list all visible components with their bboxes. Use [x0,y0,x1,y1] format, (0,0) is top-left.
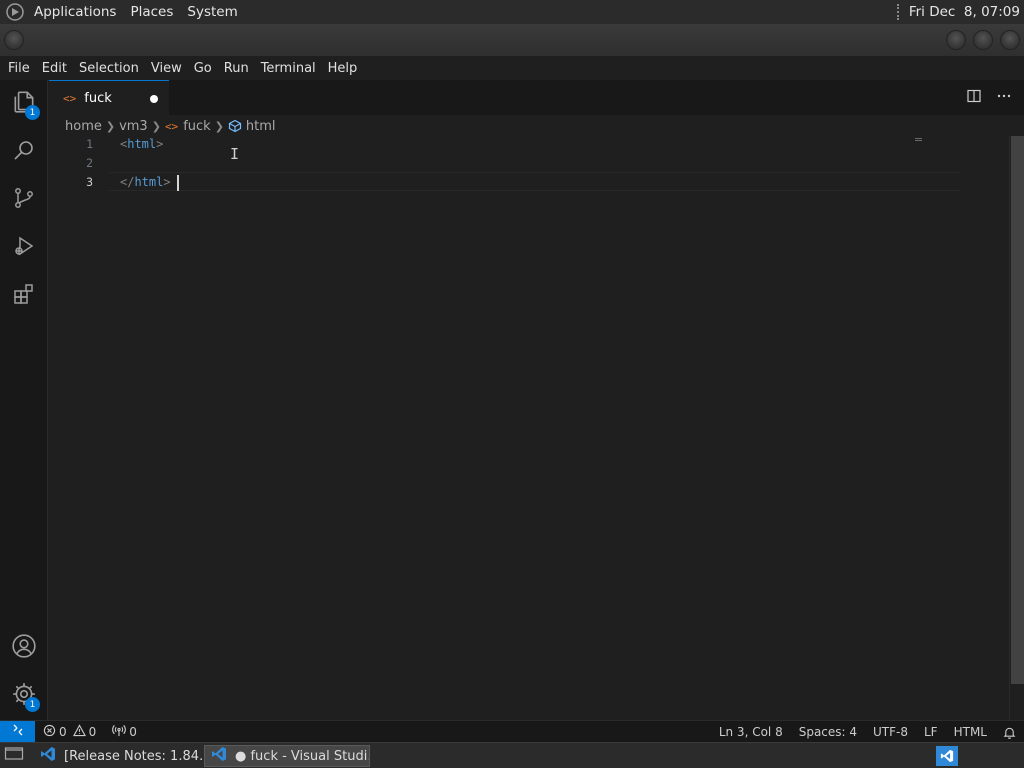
system-menu-applications[interactable]: Applications [34,4,116,20]
system-top-panel: Applications Places System Fri Dec 8, 07… [0,0,1024,24]
language-mode[interactable]: HTML [946,725,995,739]
split-editor-icon[interactable] [966,88,982,108]
editor-scrollbar[interactable] [1009,136,1024,720]
window-menu-button[interactable] [4,30,24,50]
ports-indicator[interactable]: 0 [112,724,137,740]
account-icon [11,633,37,663]
minimize-button[interactable] [946,30,966,50]
remote-indicator[interactable] [0,720,35,743]
breadcrumb-html[interactable]: html [246,119,276,134]
problems-indicator[interactable]: 0 0 [43,723,97,740]
chevron-right-icon: ❯ [105,119,116,133]
code-editor[interactable]: 1 <html> 2 3 </html> I [49,136,1009,720]
search-icon [12,138,36,166]
maximize-button[interactable] [973,30,993,50]
activity-explorer[interactable]: 1 [0,80,48,128]
taskbar-item-vscode-active[interactable]: ● fuck - Visual Studi… [204,745,370,767]
activity-accounts[interactable] [0,624,48,672]
editor-line[interactable]: 3 </html> [49,172,1009,191]
task-label: ● fuck - Visual Studi… [235,748,369,764]
remote-icon [12,724,24,739]
line-code: </html> [120,174,171,189]
panel-grip-handle[interactable] [896,4,901,20]
distro-logo-icon[interactable] [4,1,26,23]
chevron-right-icon: ❯ [214,119,224,133]
minimap-indicator [915,138,922,141]
tab-fuck[interactable]: <> fuck [49,80,169,115]
menu-selection[interactable]: Selection [73,61,145,76]
breadcrumb-home[interactable]: home [65,119,102,134]
activity-extensions[interactable] [0,272,48,320]
html-file-icon: <> [63,91,77,105]
unsaved-dot-icon[interactable] [150,95,158,103]
source-control-icon [12,186,36,214]
menu-view[interactable]: View [145,61,188,76]
menu-file[interactable]: File [2,61,36,76]
menu-go[interactable]: Go [188,61,218,76]
system-clock[interactable]: Fri Dec 8, 07:09 [909,4,1020,20]
activity-run-debug[interactable] [0,224,48,272]
menu-edit[interactable]: Edit [36,61,73,76]
line-code: <html> [120,136,164,151]
taskbar: [Release Notes: 1.84… ● fuck - Visual St… [0,742,1024,768]
encoding[interactable]: UTF-8 [865,725,916,739]
chevron-right-icon: ❯ [151,119,161,133]
symbol-element-icon [228,119,242,133]
status-bar: 0 0 0 Ln 3, Col 8 Spaces: 4 UTF-8 LF HTM… [0,720,1024,743]
html-file-icon: <> [164,119,179,133]
workspace-switcher[interactable] [934,745,960,767]
system-menu-system[interactable]: System [187,4,237,20]
activity-search[interactable] [0,128,48,176]
vscode-icon [40,746,56,766]
tab-label: fuck [84,90,112,106]
system-menu-places[interactable]: Places [130,4,173,20]
text-cursor [177,175,179,191]
run-debug-icon [12,234,36,262]
indentation[interactable]: Spaces: 4 [791,725,865,739]
close-button[interactable] [1000,30,1020,50]
breadcrumb-fuck[interactable]: fuck [183,119,211,134]
line-number: 1 [86,136,93,151]
error-count: 0 [59,724,67,739]
menu-terminal[interactable]: Terminal [255,61,322,76]
line-number: 3 [86,174,93,189]
breadcrumb-vm3[interactable]: vm3 [119,119,148,134]
ports-count: 0 [129,724,137,739]
scrollbar-thumb[interactable] [1011,136,1024,684]
editor-line[interactable]: 1 <html> [49,134,1009,153]
line-number: 2 [86,155,93,170]
broadcast-icon [112,724,127,740]
editor-line[interactable]: 2 [49,153,1009,172]
activity-manage[interactable]: 1 [0,672,48,720]
desktop-icon [4,745,24,767]
activity-source-control[interactable] [0,176,48,224]
menu-help[interactable]: Help [322,61,364,76]
vscode-workspace-icon [936,746,958,766]
mouse-ibeam-cursor-icon: I [230,145,240,163]
notifications-bell-icon[interactable] [995,726,1024,739]
show-desktop-button[interactable] [0,745,32,767]
more-actions-icon[interactable] [996,88,1012,108]
manage-badge: 1 [25,697,40,712]
menubar: File Edit Selection View Go Run Terminal… [0,56,1024,80]
error-icon [43,724,56,740]
explorer-badge: 1 [25,105,40,120]
editor-tabs-bar: <> fuck [49,80,1024,115]
warning-count: 0 [88,724,97,739]
task-label: [Release Notes: 1.84… [64,748,202,764]
vscode-icon [211,746,227,766]
window-titlebar[interactable] [0,24,1024,56]
extensions-icon [12,282,36,310]
activity-bar: 1 1 [0,80,48,720]
breadcrumb: home ❯ vm3 ❯ <> fuck ❯ html [65,117,276,135]
taskbar-item-release-notes[interactable]: [Release Notes: 1.84… [34,745,202,767]
menu-run[interactable]: Run [218,61,255,76]
cursor-position[interactable]: Ln 3, Col 8 [711,725,791,739]
warning-icon [72,723,86,740]
end-of-line[interactable]: LF [916,725,946,739]
